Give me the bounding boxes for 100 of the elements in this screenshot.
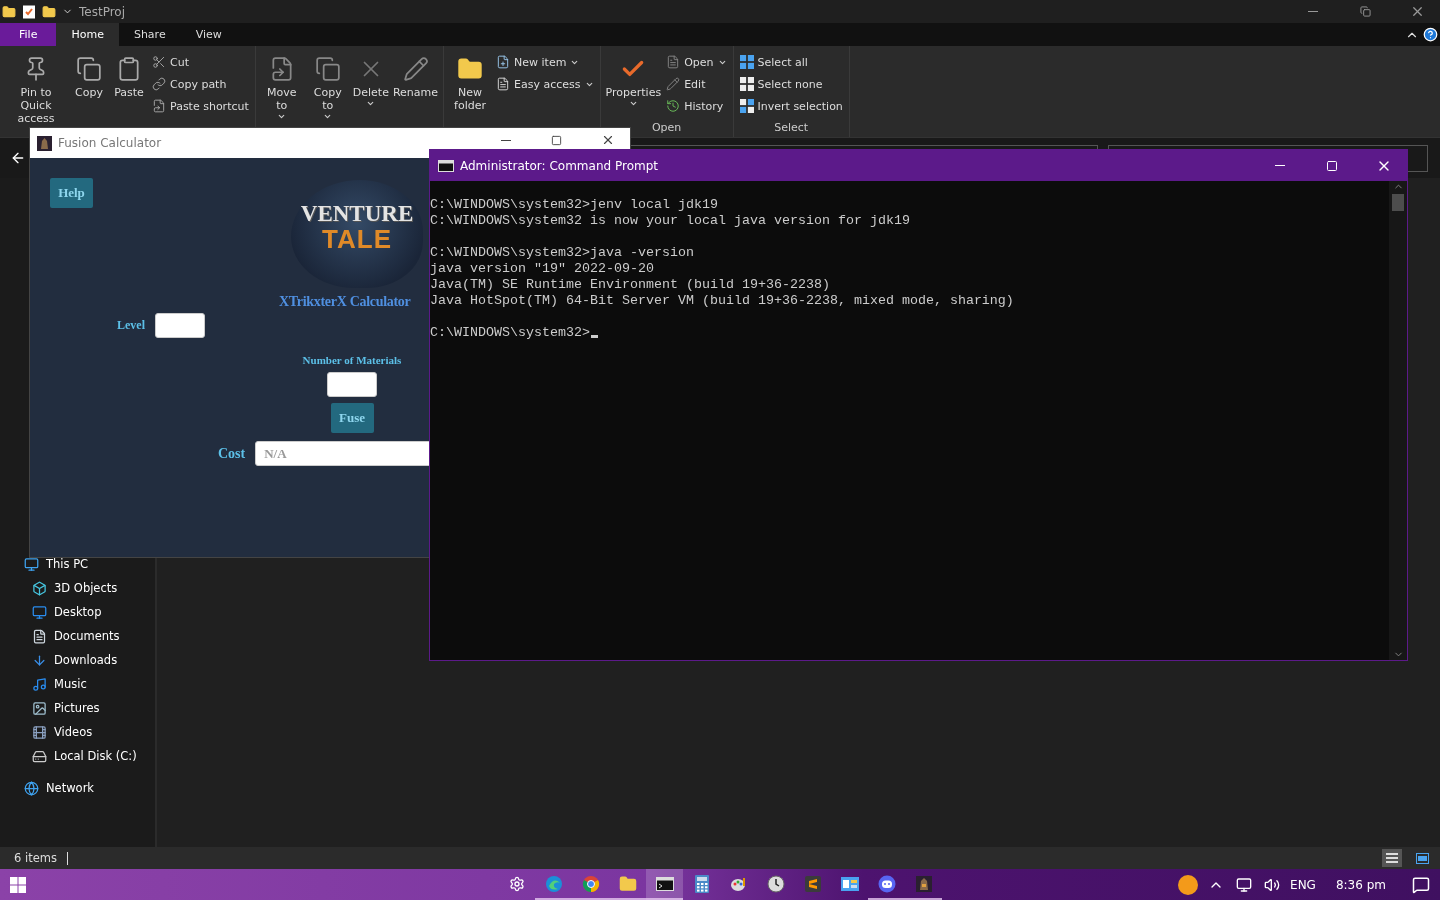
wave-logo-icon bbox=[544, 874, 563, 893]
sidebar-item[interactable]: Network bbox=[0, 776, 155, 800]
file-arrow-icon bbox=[152, 99, 166, 113]
minimize-icon bbox=[500, 139, 511, 141]
minimize-icon bbox=[1308, 11, 1318, 12]
folder-icon bbox=[457, 56, 484, 82]
sidebar-item[interactable]: Downloads bbox=[0, 648, 155, 672]
history-icon bbox=[666, 99, 681, 113]
group-label: Open bbox=[650, 121, 683, 136]
ribbon-button[interactable]: Rename bbox=[390, 50, 441, 123]
ribbon-tab[interactable]: Home bbox=[56, 23, 119, 46]
document-icon bbox=[666, 55, 681, 69]
console-line: C:\WINDOWS\system32> bbox=[430, 325, 1389, 341]
calculator-icon bbox=[694, 874, 709, 893]
sidebar-item[interactable]: Videos bbox=[0, 720, 155, 744]
level-field[interactable] bbox=[155, 313, 205, 338]
console-line: C:\WINDOWS\system32>jenv local jdk19 bbox=[430, 197, 719, 213]
copy-icon bbox=[314, 56, 341, 82]
window-title: TestProj bbox=[79, 4, 126, 19]
ribbon-button[interactable]: Easy access bbox=[493, 74, 597, 94]
sidebar-item[interactable]: Documents bbox=[0, 624, 155, 648]
app-logo-icon bbox=[37, 135, 52, 151]
language-indicator[interactable]: ENG bbox=[1290, 877, 1316, 892]
editor-icon bbox=[804, 875, 821, 892]
document-icon bbox=[496, 77, 511, 91]
fuse-button[interactable]: Fuse bbox=[330, 403, 374, 433]
ribbon-button[interactable]: Delete bbox=[350, 50, 391, 123]
clipboard-icon bbox=[116, 56, 142, 82]
ribbon-button[interactable]: Cut bbox=[149, 52, 252, 72]
ribbon-button[interactable]: Select all bbox=[736, 52, 846, 72]
picture-icon bbox=[32, 700, 47, 716]
ribbon-button[interactable]: History bbox=[663, 96, 730, 116]
maximize-icon bbox=[551, 134, 562, 146]
scissors-icon bbox=[152, 55, 166, 69]
film-icon bbox=[32, 724, 47, 740]
calculator-heading: XTrikxterX Calculator bbox=[279, 294, 411, 310]
folder-icon bbox=[2, 4, 16, 19]
ribbon-tab[interactable]: View bbox=[180, 23, 237, 46]
cube-icon bbox=[32, 580, 47, 596]
window-panel-icon bbox=[840, 876, 859, 891]
ribbon-button[interactable]: Copy to bbox=[304, 50, 351, 123]
window-title: Administrator: Command Prompt bbox=[460, 158, 659, 173]
sidebar-item[interactable]: Pictures bbox=[0, 696, 155, 720]
maximize-icon bbox=[1326, 159, 1338, 172]
copy-icon bbox=[76, 56, 102, 82]
level-label: Level bbox=[117, 318, 145, 333]
console-icon bbox=[438, 159, 454, 172]
scrollbar-thumb[interactable] bbox=[1392, 194, 1404, 211]
notifications-button[interactable] bbox=[1410, 875, 1432, 894]
ribbon-button[interactable]: Copy bbox=[69, 50, 109, 127]
caret-icon bbox=[366, 99, 376, 108]
clock-time[interactable]: 8:36 pm bbox=[1335, 877, 1386, 892]
materials-label: Number of Materials bbox=[302, 354, 402, 366]
grid-icon bbox=[739, 55, 754, 69]
ribbon-button[interactable]: Paste shortcut bbox=[149, 96, 252, 116]
console-line: java version "19" 2022-09-20 bbox=[430, 261, 655, 277]
file-menu-button[interactable]: File bbox=[0, 23, 57, 46]
ribbon-button[interactable]: New item bbox=[493, 52, 597, 72]
sidebar-item[interactable]: Music bbox=[0, 672, 155, 696]
tray-app-icon[interactable] bbox=[1178, 874, 1199, 895]
ribbon-button[interactable]: Paste bbox=[109, 50, 149, 127]
ribbon-button[interactable]: Copy path bbox=[149, 74, 252, 94]
ribbon-button[interactable]: Edit bbox=[663, 74, 730, 94]
sidebar-item[interactable]: Local Disk (C:) bbox=[0, 744, 155, 768]
taskbar-app-button[interactable] bbox=[646, 869, 683, 900]
sidebar-item[interactable]: Desktop bbox=[0, 600, 155, 624]
game-icon bbox=[915, 875, 932, 892]
music-note-icon bbox=[32, 676, 47, 692]
grid-icon bbox=[739, 77, 754, 91]
browser-icon bbox=[581, 874, 600, 893]
monitor-icon bbox=[32, 604, 47, 620]
sidebar-item[interactable]: 3D Objects bbox=[0, 576, 155, 600]
folder-icon bbox=[42, 4, 56, 19]
caret-icon bbox=[628, 99, 638, 108]
help-button[interactable]: Help bbox=[50, 178, 93, 208]
grid-icon bbox=[739, 99, 754, 113]
game-logo: VENTURE TALE bbox=[291, 180, 423, 288]
properties-icon bbox=[22, 4, 36, 19]
globe-icon bbox=[24, 780, 39, 796]
details-view-icon[interactable] bbox=[1382, 849, 1402, 867]
ribbon-button[interactable]: Properties bbox=[603, 50, 664, 121]
ribbon-button[interactable]: Select none bbox=[736, 74, 846, 94]
windows-logo-icon bbox=[10, 876, 26, 893]
ribbon-button[interactable]: Invert selection bbox=[736, 96, 846, 116]
console-line: Java HotSpot(TM) 64-Bit Server VM (build 19+36-2238, mixed mode, sharing) bbox=[430, 293, 1015, 309]
speech-bubble-icon bbox=[1412, 875, 1430, 894]
cost-label: Cost bbox=[218, 445, 246, 462]
ribbon-button[interactable]: Pin to Quick access bbox=[3, 50, 69, 127]
download-icon bbox=[32, 652, 47, 668]
ribbon-button[interactable]: Open bbox=[663, 52, 730, 72]
ribbon-button[interactable]: New folder bbox=[447, 50, 494, 121]
sidebar-item[interactable]: This PC bbox=[0, 552, 155, 576]
materials-field[interactable] bbox=[327, 372, 377, 397]
ribbon-tab[interactable]: Share bbox=[118, 23, 181, 46]
restore-icon bbox=[1359, 6, 1371, 17]
caret-icon bbox=[277, 112, 287, 121]
ribbon-button[interactable]: Move to bbox=[258, 50, 305, 123]
group-label: Select bbox=[773, 121, 810, 136]
caret-icon bbox=[323, 112, 333, 121]
back-arrow-icon[interactable] bbox=[10, 150, 26, 166]
